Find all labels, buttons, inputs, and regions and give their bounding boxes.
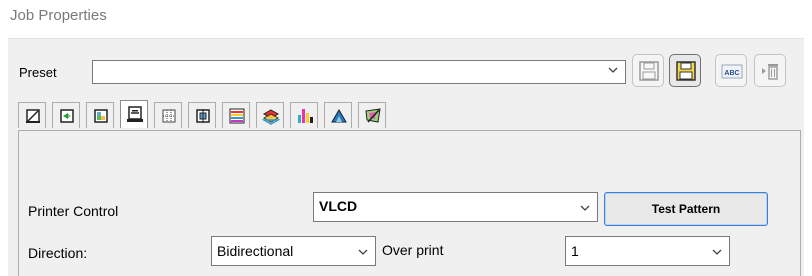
- chevron-down-icon: [580, 205, 590, 211]
- tab-crop-marks[interactable]: [188, 102, 216, 128]
- tab-layout[interactable]: [52, 102, 80, 128]
- chevron-down-icon: [712, 249, 722, 255]
- test-pattern-button[interactable]: Test Pattern: [604, 192, 768, 226]
- delete-preset-button[interactable]: [754, 54, 786, 87]
- printer-icon: [127, 106, 143, 122]
- ink-icon: [331, 109, 347, 123]
- over-print-value: 1: [571, 243, 579, 259]
- over-print-dropdown[interactable]: 1: [565, 236, 730, 266]
- printer-control-dropdown[interactable]: VLCD: [313, 192, 598, 222]
- tiling-icon: [162, 109, 176, 123]
- svg-text:ABC: ABC: [724, 70, 739, 77]
- over-print-label: Over print: [382, 242, 444, 258]
- job-properties-panel: Preset ABC Printer Control VLCD Test Pat…: [8, 38, 804, 276]
- window-title: Job Properties: [10, 7, 107, 24]
- tab-color-correction[interactable]: [358, 102, 386, 128]
- color-correction-icon: [365, 108, 381, 123]
- channels-icon: [298, 109, 313, 123]
- tab-tiling[interactable]: [154, 102, 182, 128]
- save-disabled-icon: [639, 61, 659, 81]
- direction-value: Bidirectional: [217, 243, 294, 259]
- chevron-down-icon: [608, 67, 618, 73]
- save-as-icon: [676, 61, 696, 81]
- chevron-down-icon: [358, 249, 368, 255]
- save-as-preset-button[interactable]: [669, 54, 701, 87]
- delete-trash-icon: [762, 64, 778, 80]
- layers-icon: [262, 109, 280, 125]
- tab-image[interactable]: [86, 102, 114, 128]
- direction-dropdown[interactable]: Bidirectional: [211, 236, 376, 266]
- tab-printer[interactable]: [120, 100, 148, 128]
- layout-arrows-icon: [60, 109, 74, 123]
- printer-control-value: VLCD: [319, 198, 358, 214]
- save-preset-button[interactable]: [632, 54, 664, 87]
- tab-channels[interactable]: [290, 102, 318, 128]
- rename-preset-button[interactable]: ABC: [715, 54, 747, 87]
- color-bars-icon: [229, 108, 245, 124]
- direction-label: Direction:: [28, 245, 88, 261]
- preset-label: Preset: [19, 65, 57, 80]
- printer-control-label: Printer Control: [28, 203, 119, 219]
- tab-media[interactable]: [18, 102, 46, 128]
- crop-marks-icon: [196, 109, 210, 123]
- media-icon: [26, 109, 40, 123]
- rename-abc-icon: ABC: [721, 64, 743, 79]
- preset-dropdown[interactable]: [92, 60, 626, 84]
- tab-ink[interactable]: [324, 102, 352, 128]
- tab-color-bars[interactable]: [222, 102, 250, 128]
- tab-layers[interactable]: [256, 102, 284, 128]
- image-icon: [94, 109, 108, 123]
